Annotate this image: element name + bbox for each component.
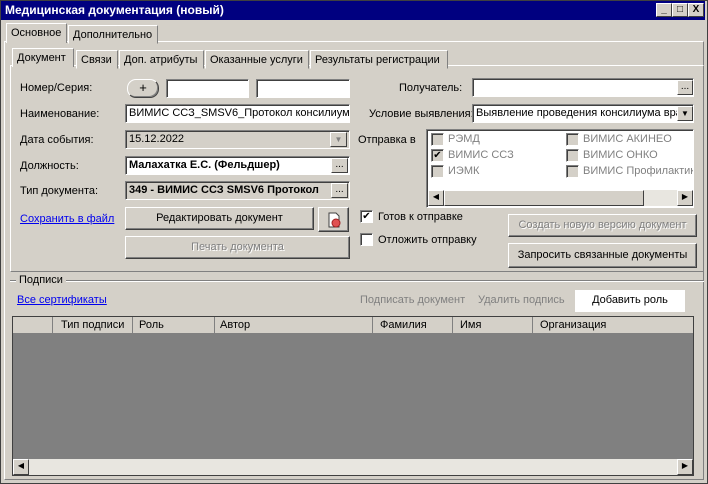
tab-label: Документ xyxy=(17,52,66,64)
checkbox-vimis-profilaktika[interactable] xyxy=(566,165,579,178)
tab-osnovnoe[interactable]: Основное xyxy=(6,23,67,43)
tab-label: Результаты регистрации xyxy=(315,54,440,66)
tab-okazannye-uslugi[interactable]: Оказанные услуги xyxy=(205,50,309,69)
create-version-button[interactable]: Создать новую версию документ xyxy=(508,214,697,237)
grid-scroll-left-icon[interactable]: ◀ xyxy=(13,459,29,475)
tab-label: Доп. атрибуты xyxy=(124,54,198,66)
col-author[interactable]: Автор xyxy=(215,317,373,333)
tab-label: Оказанные услуги xyxy=(210,54,303,66)
minimize-button[interactable]: _ xyxy=(656,3,672,17)
number-input[interactable] xyxy=(166,79,249,98)
ready-checkbox[interactable]: ✔ xyxy=(360,210,373,223)
col-name[interactable]: Имя xyxy=(453,317,533,333)
checkbox-iemk[interactable] xyxy=(431,165,444,178)
doctype-select-button[interactable]: ... xyxy=(331,183,348,198)
grid-header-corner xyxy=(13,317,53,333)
title-bar[interactable]: Медицинская документация (новый) xyxy=(1,1,705,20)
condition-dropdown-icon[interactable]: ▼ xyxy=(677,106,693,121)
scrollbar-thumb[interactable] xyxy=(444,190,644,206)
send-target-label: ВИМИС Профилактика xyxy=(583,165,693,177)
checkbox-vimis-akineo[interactable] xyxy=(566,133,579,146)
position-input[interactable]: Малахатка Е.С. (Фельдшер) xyxy=(125,156,350,175)
checkbox-vimis-ssz[interactable]: ✔ xyxy=(431,149,444,162)
position-label: Должность: xyxy=(20,160,79,172)
position-select-button[interactable]: ... xyxy=(331,158,348,173)
series-input[interactable] xyxy=(256,79,350,98)
tab-label: Связи xyxy=(81,54,112,66)
delete-signature-button[interactable]: Удалить подпись xyxy=(478,294,565,306)
window-title: Медицинская документация (новый) xyxy=(5,3,224,17)
col-role[interactable]: Роль xyxy=(133,317,215,333)
tab-rezultaty-registracii[interactable]: Результаты регистрации xyxy=(310,50,448,69)
sign-document-button[interactable]: Подписать документ xyxy=(360,294,465,306)
recipient-input[interactable] xyxy=(472,78,694,97)
all-certificates-link[interactable]: Все сертификаты xyxy=(17,294,107,306)
add-number-button[interactable]: + xyxy=(127,79,159,98)
doctype-label: Тип документа: xyxy=(20,185,99,197)
tab-svyazi[interactable]: Связи xyxy=(76,50,118,69)
grid-hscrollbar[interactable] xyxy=(13,459,693,475)
signed-document-button[interactable] xyxy=(318,207,349,232)
defer-checkbox[interactable] xyxy=(360,233,373,246)
condition-label: Условие выявления: xyxy=(369,108,474,120)
tab-document[interactable]: Документ xyxy=(12,48,74,67)
ready-label: Готов к отправке xyxy=(378,211,463,223)
tab-dopolnitelno[interactable]: Дополнительно xyxy=(68,25,158,44)
col-signature-type[interactable]: Тип подписи xyxy=(53,317,133,333)
tab-dop-atributy[interactable]: Доп. атрибуты xyxy=(119,50,204,69)
condition-select[interactable]: Выявление проведения консилиума врачей xyxy=(472,104,694,123)
col-organization[interactable]: Организация xyxy=(533,317,693,333)
grid-scroll-right-icon[interactable]: ▶ xyxy=(677,459,693,475)
defer-label: Отложить отправку xyxy=(378,234,477,246)
checkbox-remd[interactable] xyxy=(431,133,444,146)
maximize-button[interactable]: □ xyxy=(672,3,688,17)
recipient-select-button[interactable]: ... xyxy=(677,80,693,95)
send-target-label: РЭМД xyxy=(448,133,480,145)
name-label: Наименование: xyxy=(20,108,100,120)
recipient-label: Получатель: xyxy=(399,82,463,94)
send-to-label: Отправка в xyxy=(358,134,416,146)
document-stamp-icon xyxy=(328,212,340,228)
send-target-label: ВИМИС ОНКО xyxy=(583,149,658,161)
date-input[interactable]: 15.12.2022 xyxy=(125,130,350,149)
name-input[interactable]: ВИМИС ССЗ_SMSV6_Протокол консилиума xyxy=(125,104,350,123)
scroll-left-icon[interactable]: ◀ xyxy=(428,190,444,206)
tab-label: Основное xyxy=(11,27,62,39)
signatures-divider xyxy=(10,280,704,281)
signatures-title: Подписи xyxy=(16,274,66,286)
print-document-button[interactable]: Печать документа xyxy=(125,236,350,259)
send-target-label: ИЭМК xyxy=(448,165,480,177)
col-surname[interactable]: Фамилия xyxy=(373,317,453,333)
send-target-label: ВИМИС АКИНЕО xyxy=(583,133,672,145)
request-linked-button[interactable]: Запросить связанные документы xyxy=(508,243,697,268)
edit-document-button[interactable]: Редактировать документ xyxy=(125,207,314,230)
send-target-label: ВИМИС ССЗ xyxy=(448,149,514,161)
doctype-input[interactable]: 349 - ВИМИС ССЗ SMSV6 Протокол xyxy=(125,181,350,200)
date-dropdown-icon[interactable]: ▼ xyxy=(330,132,347,147)
add-role-button[interactable]: Добавить роль xyxy=(575,290,685,312)
checkbox-vimis-onko[interactable] xyxy=(566,149,579,162)
save-to-file-link[interactable]: Сохранить в файл xyxy=(20,213,114,225)
date-label: Дата события: xyxy=(20,134,94,146)
number-label: Номер/Серия: xyxy=(20,82,93,94)
scroll-right-icon[interactable]: ▶ xyxy=(677,190,693,206)
tab-label: Дополнительно xyxy=(73,29,153,41)
close-button[interactable]: X xyxy=(688,3,704,17)
signatures-grid[interactable] xyxy=(12,316,694,476)
